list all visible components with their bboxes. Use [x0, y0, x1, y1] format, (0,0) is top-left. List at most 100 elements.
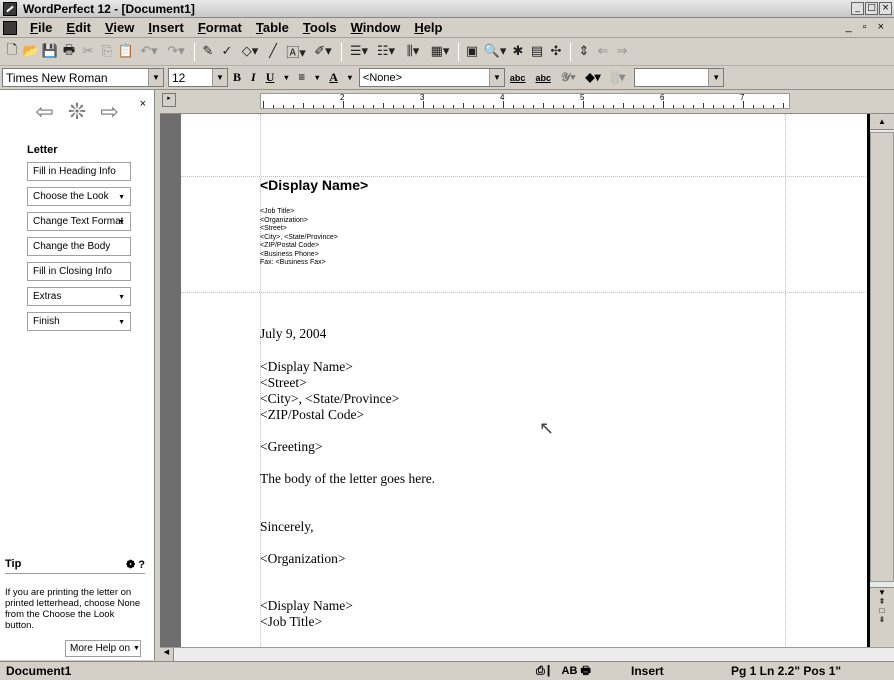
panel-button-change-the-body[interactable]: Change the Body — [27, 237, 131, 256]
highlight-icon[interactable]: ✎ — [199, 42, 217, 62]
paste-icon[interactable]: 📋 — [117, 42, 135, 62]
font-color-dropdown-icon[interactable]: ▾ — [343, 73, 357, 82]
menu-insert[interactable]: Insert — [141, 20, 190, 35]
draw-icon[interactable]: ✐▾ — [310, 42, 336, 62]
document-window-controls[interactable]: _ ▫ × — [845, 21, 888, 33]
new-icon[interactable]: 🗋 — [3, 42, 21, 62]
scroll-down-icon[interactable]: ▼ — [870, 588, 894, 597]
forward-arrow-icon[interactable]: ⇨ — [100, 100, 118, 125]
vertical-scrollbar[interactable]: ▲ ▼ ⇞ □ ⇟ — [867, 114, 894, 647]
panel-button-finish[interactable]: Finish ▼ — [27, 312, 131, 331]
font-size-select[interactable]: 12 ▼ — [168, 68, 228, 87]
copy-icon[interactable]: ⎘ — [98, 42, 116, 62]
cut-icon[interactable]: ✂ — [79, 42, 97, 62]
hide-icon[interactable]: ✣ — [547, 42, 565, 62]
page-navigation[interactable]: ▼ ⇞ □ ⇟ — [870, 587, 894, 647]
minimize-button[interactable]: _ — [851, 2, 864, 15]
columns-icon[interactable]: ⫼▾ — [400, 42, 426, 62]
menu-tools[interactable]: Tools — [296, 20, 344, 35]
justify-icon[interactable]: ≡ — [293, 70, 310, 85]
bold-button[interactable]: B — [228, 70, 246, 85]
close-button[interactable]: × — [879, 2, 892, 15]
shadow-icon[interactable]: ░▾ — [606, 70, 631, 85]
back-icon[interactable]: ⇐ — [594, 42, 612, 62]
proofread-icon[interactable]: ✓ — [218, 42, 236, 62]
print-icon[interactable]: 🖶 — [60, 42, 78, 62]
grammar-icon[interactable]: abc — [530, 73, 556, 83]
shape-icon[interactable]: ◇▾ — [237, 42, 263, 62]
textbox-icon[interactable]: 🄰▾ — [283, 42, 309, 62]
help-question-icon[interactable]: ? — [138, 559, 145, 571]
fill-icon[interactable]: ◆▾ — [580, 70, 605, 85]
back-arrow-icon[interactable]: ⇦ — [35, 100, 53, 125]
bulb-icon[interactable]: ❁ — [126, 559, 135, 571]
maximize-button[interactable]: □ — [865, 2, 878, 15]
wordperfect-app-icon[interactable] — [3, 1, 17, 16]
table-icon[interactable]: ▦▾ — [427, 42, 453, 62]
status-insert-mode[interactable]: Insert — [631, 664, 731, 678]
underline-dropdown-icon[interactable]: ▾ — [279, 73, 293, 82]
home-icon[interactable]: ❊ — [68, 100, 86, 125]
menu-edit[interactable]: Edit — [59, 20, 98, 35]
scroll-left-icon[interactable]: ◀ — [160, 648, 174, 661]
line-icon[interactable]: ╱ — [264, 42, 282, 62]
ruler-tick — [783, 103, 784, 108]
page-icon[interactable]: □ — [870, 606, 894, 615]
special-icon[interactable]: ▣ — [463, 42, 481, 62]
open-icon[interactable]: 📂 — [22, 42, 40, 62]
italic-button[interactable]: I — [246, 70, 261, 85]
symbol-icon[interactable]: ✱ — [509, 42, 527, 62]
chevron-down-icon[interactable]: ▼ — [148, 69, 163, 86]
forward-icon[interactable]: ⇒ — [613, 42, 631, 62]
menu-window[interactable]: Window — [344, 20, 408, 35]
chevron-down-icon[interactable]: ▼ — [488, 69, 504, 86]
more-help-button[interactable]: More Help on ▼ — [65, 640, 141, 657]
close-icon[interactable]: × — [140, 98, 146, 110]
scroll-up-icon[interactable]: ▲ — [870, 114, 894, 130]
chevron-down-icon[interactable]: ▼ — [708, 69, 724, 86]
panel-button-extras[interactable]: Extras ▼ — [27, 287, 131, 306]
menu-table[interactable]: Table — [249, 20, 296, 35]
panel-button-change-text-format[interactable]: Change Text Format ▼ — [27, 212, 131, 231]
insert-field-icon[interactable]: ⎙ — [536, 665, 545, 677]
chart-icon[interactable]: ▤ — [528, 42, 546, 62]
ruler-tick — [513, 105, 514, 108]
scroll-thumb[interactable] — [870, 132, 894, 582]
panel-button-choose-the-look[interactable]: Choose the Look ▼ — [27, 187, 131, 206]
undo-icon[interactable]: ↶▾ — [136, 42, 162, 62]
printer-icon[interactable]: 🖶 — [580, 665, 590, 677]
prompt-builder-icon[interactable]: 𝒴▾ — [556, 70, 580, 85]
ruler-tab-button[interactable]: ▸ — [162, 93, 176, 107]
save-icon[interactable]: 💾 — [41, 42, 59, 62]
bullets-icon[interactable]: ☰▾ — [346, 42, 372, 62]
font-face-select[interactable]: Times New Roman ▼ — [2, 68, 164, 87]
underline-button[interactable]: U — [261, 70, 280, 85]
ruler-tick — [713, 105, 714, 108]
menu-view[interactable]: View — [98, 20, 141, 35]
previous-page-icon[interactable]: ⇞ — [870, 597, 894, 606]
redo-icon[interactable]: ↷▾ — [163, 42, 189, 62]
header-street: <Street> — [260, 225, 287, 232]
style-select[interactable]: <None> ▼ — [358, 68, 505, 87]
menu-help[interactable]: Help — [407, 20, 449, 35]
chevron-down-icon[interactable]: ▼ — [212, 69, 227, 86]
font-color-icon[interactable]: A — [324, 70, 343, 85]
panel-button-fill-in-heading-info[interactable]: Fill in Heading Info — [27, 162, 131, 181]
horizontal-scrollbar[interactable]: ◀ — [160, 647, 894, 661]
reveal-codes-icon[interactable]: ⇕ — [575, 42, 593, 62]
status-ab-text[interactable]: AB — [562, 665, 578, 677]
extra-select[interactable]: ▼ — [634, 68, 725, 87]
numbering-icon[interactable]: ☷▾ — [373, 42, 399, 62]
next-page-icon[interactable]: ⇟ — [870, 615, 894, 624]
status-position[interactable]: Pg 1 Ln 2.2" Pos 1" — [731, 664, 841, 678]
document-icon[interactable] — [3, 20, 17, 35]
document-page[interactable]: <Display Name> <Job Title> <Organization… — [181, 114, 867, 647]
cursor-icon[interactable]: ▏ — [548, 665, 559, 677]
ruler-track[interactable]: 2 3 4 5 6 7 — [260, 93, 790, 109]
menu-file[interactable]: File — [23, 20, 59, 35]
spell-check-icon[interactable]: abc — [505, 73, 531, 83]
zoom-icon[interactable]: 🔍▾ — [482, 42, 508, 62]
justify-dropdown-icon[interactable]: ▾ — [310, 73, 324, 82]
panel-button-fill-in-closing-info[interactable]: Fill in Closing Info — [27, 262, 131, 281]
menu-format[interactable]: Format — [191, 20, 249, 35]
